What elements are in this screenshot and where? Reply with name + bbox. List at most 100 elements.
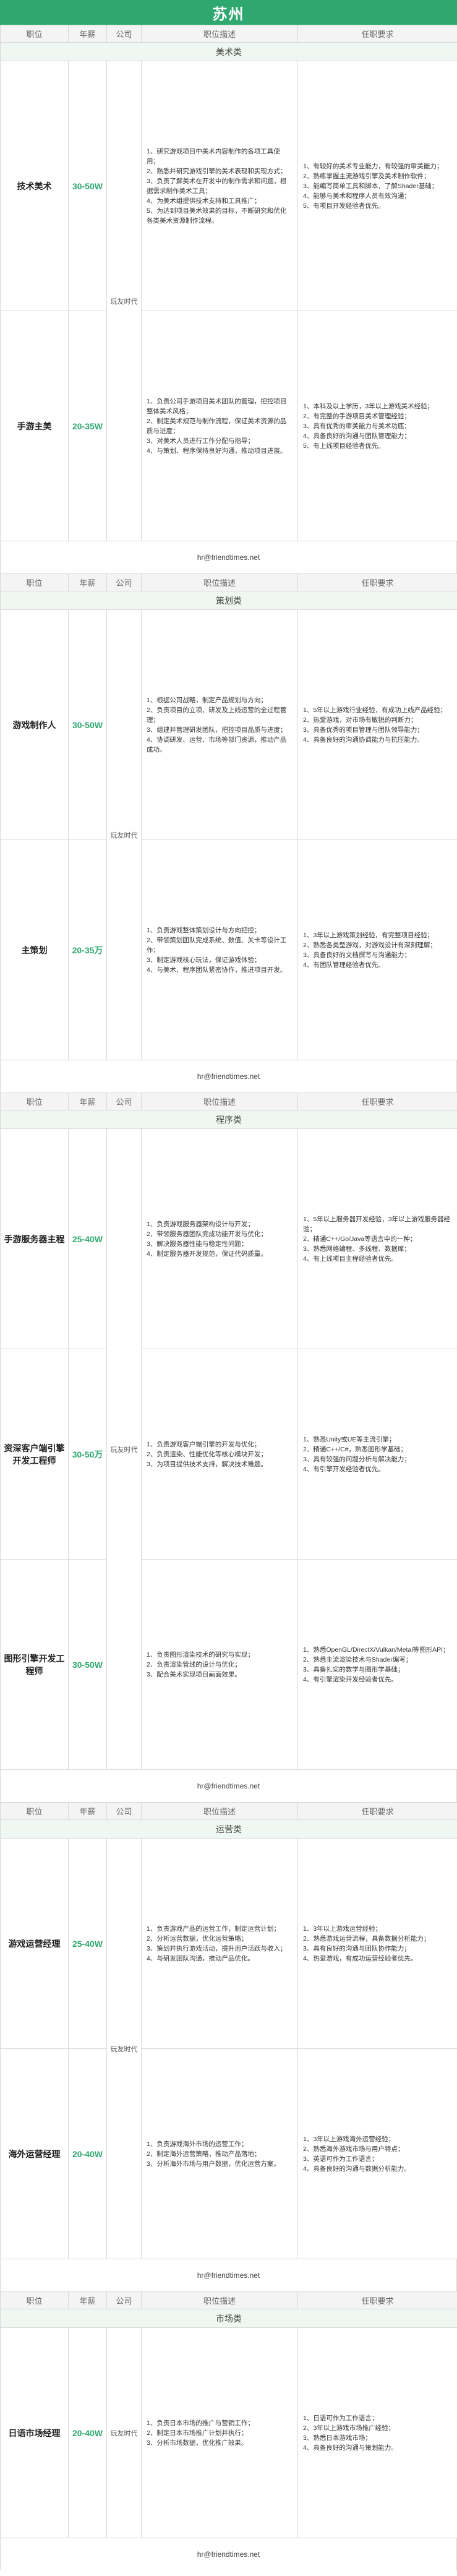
contact-email: hr@friendtimes.net (0, 541, 457, 573)
text-line: 1、负责游戏客户端引擎的开发与优化； (147, 1440, 261, 1448)
column-header: 职位描述 (141, 1093, 298, 1110)
job-requirements: 1、熟悉Unity或UE等主流引擎； 2、精通C++/C#，熟悉图形学基础； 3、具… (297, 1349, 457, 1560)
job-title: 手游主美 (0, 311, 69, 541)
job-description: 1、研究游戏项目中美术内容制作的各项工具使用； 2、熟悉并研究游戏引擎的美术表现和… (141, 61, 298, 311)
job-salary: 30-50W (68, 1559, 107, 1770)
text-line: 1、日语可作为工作语言； (303, 2414, 378, 2422)
column-header: 职位描述 (141, 1802, 298, 1820)
table-header-row: 职位 年薪 公司 职位描述 任职要求 (0, 2291, 457, 2309)
job-title: 资深客户端引擎开发工程师 (0, 1349, 69, 1560)
table-header-row: 职位 年薪 公司 职位描述 任职要求 (0, 573, 457, 591)
job-salary: 30-50W (68, 61, 107, 311)
job-requirements: 1、日语可作为工作语言； 2、3年以上游戏市场推广经验； 3、熟悉日本游戏市场； 4、… (297, 2327, 457, 2538)
contact-email: hr@friendtimes.net (0, 1770, 457, 1802)
text-line: 3、解决服务器性能与稳定性问题； (147, 1240, 248, 1248)
job-table: 职位 年薪 公司 职位描述 任职要求 运营类 游戏运营经理 25-40W 玩友时代 1、负责游戏产… (0, 1802, 457, 2259)
text-line: 2、制定日本市场推广计划并执行； (147, 2429, 248, 2437)
text-line: 1、熟悉Unity或UE等主流引擎； (303, 1435, 396, 1443)
text-line: 3、分析海外市场与用户数据，优化运营方案。 (147, 2160, 280, 2168)
text-line: 1、根据公司战略，制定产品规划与方向； (147, 696, 267, 704)
text-line: 1、熟悉OpenGL/DirectX/Vulkan/Metal等图形API； (303, 1646, 450, 1654)
text-line: 2、负责渲染、性能优化等核心模块开发； (147, 1450, 267, 1458)
section-header: 策划类 (0, 591, 457, 610)
section-header: 运营类 (0, 1819, 457, 1839)
column-header: 任职要求 (297, 1802, 457, 1820)
contact-email: hr@friendtimes.net (0, 2259, 457, 2291)
section-header: 美术类 (0, 42, 457, 61)
job-requirements: 1、5年以上服务器开发经验，3年以上游戏服务器经验； 2、精通C++/Go/Jav… (297, 1128, 457, 1349)
text-line: 3、能编写简单工具和脚本，了解Shader基础； (303, 182, 438, 190)
text-line: 3、负责了解美术在开发中的制作需求和问题，根据需求制作美术工具； (147, 177, 287, 195)
text-line: 2、制定海外运营策略，推动产品落地； (147, 2150, 261, 2158)
text-line: 4、与策划、程序保持良好沟通，推动项目进展。 (147, 447, 287, 455)
job-salary: 20-35万 (68, 839, 107, 1060)
contact-email: hr@friendtimes.net (0, 1060, 457, 1093)
job-salary: 30-50W (68, 609, 107, 840)
text-line: 3、组建并管理研发团队，把控项目品质与进度； (147, 726, 287, 734)
text-line: 2、熟练掌握主流游戏引擎及美术制作软件； (303, 172, 430, 180)
job-requirements: 1、3年以上游戏海外运营经验； 2、熟悉海外游戏市场与用户特点； 3、英语可作为工作… (297, 2048, 457, 2259)
job-row: 游戏制作人 30-50W 玩友时代 1、根据公司战略，制定产品规划与方向； 2、负责项目… (0, 609, 457, 1060)
job-requirements: 1、3年以上游戏策划经验，有完整项目经验； 2、熟悉各类型游戏，对游戏设计有深刻理… (297, 839, 457, 1060)
job-title: 游戏制作人 (0, 609, 69, 840)
text-line: 1、有较好的美术专业能力，有较强的审美能力； (303, 162, 443, 170)
company-name: 玩友时代 (106, 2327, 142, 2538)
text-line: 2、熟悉各类型游戏，对游戏设计有深刻理解； (303, 941, 437, 949)
column-header: 年薪 (68, 1802, 107, 1820)
job-row: 海外运营经理 20-40W 1、负责游戏海外市场的运营工作； 2、制定海外运营策略，推… (0, 2048, 457, 2259)
text-line: 5、为达到项目美术效果的目标，不断研究和优化各类美术资源制作流程。 (147, 207, 287, 225)
text-line: 2、制定美术规范与制作流程，保证美术资源的品质与进度； (147, 417, 287, 435)
text-line: 2、有完整的手游项目美术管理经验； (303, 412, 411, 420)
text-line: 1、负责游戏整体策划设计与方向把控； (147, 926, 261, 934)
text-line: 1、5年以上服务器开发经验，3年以上游戏服务器经验； (303, 1215, 451, 1233)
job-row: 游戏运营经理 25-40W 玩友时代 1、负责游戏产品的运营工作，制定运营计划； 2、分… (0, 1838, 457, 2259)
text-line: 1、负责游戏海外市场的运营工作； (147, 2140, 248, 2148)
section-header: 程序类 (0, 1110, 457, 1129)
company-name: 玩友时代 (106, 609, 142, 1060)
text-line: 4、制定服务器开发规范，保证代码质量。 (147, 1250, 267, 1258)
text-line: 4、有上线项目主程经验者优先。 (303, 1255, 398, 1263)
job-title: 海外运营经理 (0, 2048, 69, 2259)
job-row: 手游服务器主程 25-40W 玩友时代 1、负责游戏服务器架构设计与开发； 2、带领服务… (0, 1128, 457, 1770)
column-header: 年薪 (68, 2291, 107, 2309)
text-line: 1、负责游戏服务器架构设计与开发； (147, 1220, 254, 1228)
text-line: 1、负责公司手游项目美术团队的管理，把控项目整体美术风格； (147, 397, 287, 415)
text-line: 4、能够与美术和程序人员有效沟通； (303, 192, 411, 200)
job-title: 技术美术 (0, 61, 69, 311)
text-line: 4、热爱游戏，有成功运营经验者优先。 (303, 1954, 417, 1962)
job-description: 1、负责公司手游项目美术团队的管理，把控项目整体美术风格； 2、制定美术规范与制作… (141, 311, 298, 541)
job-salary: 20-35W (68, 311, 107, 541)
column-header: 任职要求 (297, 1093, 457, 1110)
text-line: 3、对美术人员进行工作分配与指导； (147, 437, 254, 445)
text-line: 4、与研发团队沟通，推动产品优化。 (147, 1954, 254, 1962)
job-requirements: 1、熟悉OpenGL/DirectX/Vulkan/Metal等图形API； 2、… (297, 1559, 457, 1770)
text-line: 2、精通C++/C#，熟悉图形学基础； (303, 1445, 408, 1453)
job-description: 1、负责游戏服务器架构设计与开发； 2、带领服务器团队完成功能开发与优化； 3、解决… (141, 1128, 298, 1349)
text-line: 2、带领服务器团队完成功能开发与优化； (147, 1230, 267, 1238)
text-line: 2、3年以上游戏市场推广经验； (303, 2424, 395, 2432)
column-header: 公司 (106, 25, 142, 43)
text-line: 4、有团队管理经验者优先。 (303, 961, 385, 969)
job-salary: 25-40W (68, 1128, 107, 1349)
job-description: 1、负责游戏产品的运营工作，制定运营计划； 2、分析运营数据，优化运营策略； 3、策… (141, 1838, 298, 2049)
job-title: 图形引擎开发工程师 (0, 1559, 69, 1770)
text-line: 4、具备良好的沟通与团队管理能力； (303, 432, 411, 440)
job-table: 职位 年薪 公司 职位描述 任职要求 策划类 游戏制作人 30-50W 玩友时代 1、根据公司战略… (0, 573, 457, 1060)
contact-email: hr@friendtimes.net (0, 2538, 457, 2570)
text-line: 4、为美术组提供技术支持和工具推广； (147, 197, 261, 205)
job-description: 1、根据公司战略，制定产品规划与方向； 2、负责项目的立项、研发及上线运营的全过程… (141, 609, 298, 840)
column-header: 职位描述 (141, 2291, 298, 2309)
job-salary: 30-50万 (68, 1349, 107, 1560)
column-header: 年薪 (68, 573, 107, 591)
job-row: 日语市场经理 20-40W 玩友时代 1、负责日本市场的推广与营销工作； 2、制定日本市… (0, 2327, 457, 2538)
text-line: 2、分析运营数据，优化运营策略； (147, 1934, 248, 1943)
text-line: 2、热爱游戏，对市场有敏锐的判断力； (303, 716, 417, 724)
text-line: 3、为项目提供技术支持，解决技术难题。 (147, 1460, 267, 1468)
column-header: 职位 (0, 573, 69, 591)
job-salary: 20-40W (68, 2327, 107, 2538)
text-line: 4、具备良好的沟通协调能力与抗压能力。 (303, 736, 424, 744)
job-table: 职位 年薪 公司 职位描述 任职要求 市场类 日语市场经理 20-40W 玩友时代 1、负责日本市… (0, 2291, 457, 2538)
job-requirements: 1、3年以上游戏运营经验； 2、熟悉游戏运营流程，具备数据分析能力； 3、具有良好的… (297, 1838, 457, 2049)
text-line: 3、制定游戏核心玩法，保证游戏体验； (147, 956, 261, 964)
job-description: 1、负责游戏海外市场的运营工作； 2、制定海外运营策略，推动产品落地； 3、分析海外… (141, 2048, 298, 2259)
